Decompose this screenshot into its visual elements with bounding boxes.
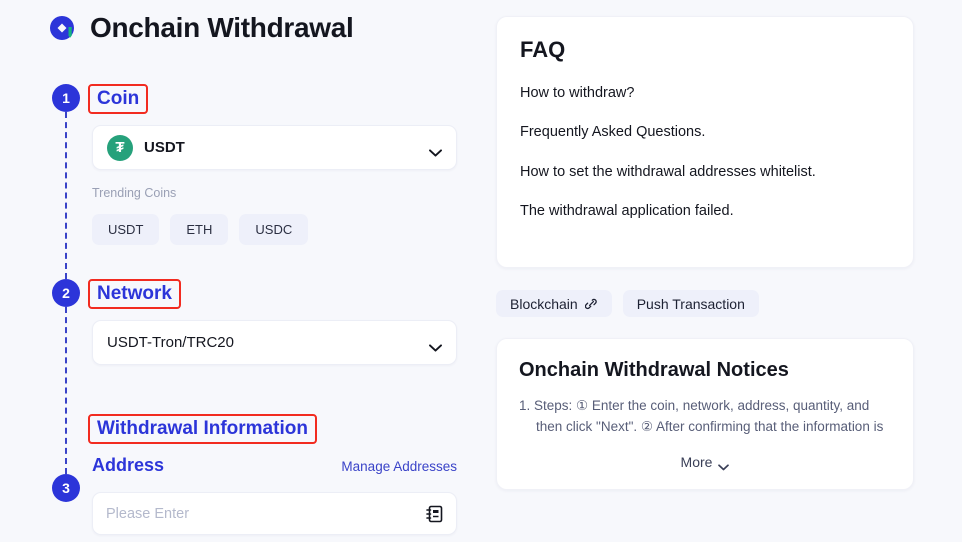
trending-coin-chip[interactable]: USDC [239, 214, 309, 245]
chevron-down-icon [429, 144, 442, 157]
trending-coins-list: USDT ETH USDC [92, 214, 309, 245]
external-link-icon [584, 297, 598, 310]
step-badge-3: 3 [52, 474, 80, 502]
notices-body: 1. Steps: ① Enter the coin, network, add… [519, 398, 884, 434]
address-label-row: Address Manage Addresses [92, 455, 457, 476]
brand-logo-icon [46, 12, 78, 44]
faq-item[interactable]: The withdrawal application failed. [520, 203, 890, 220]
page-header: Onchain Withdrawal [46, 12, 354, 44]
trending-coin-chip[interactable]: USDT [92, 214, 160, 245]
faq-title: FAQ [520, 37, 566, 62]
faq-item[interactable]: How to set the withdrawal addresses whit… [520, 164, 890, 181]
network-select[interactable]: USDT-Tron/TRC20 [92, 320, 457, 365]
notices-card: Onchain Withdrawal Notices 1. Steps: ① E… [496, 338, 914, 490]
address-label: Address [92, 455, 165, 475]
push-transaction-button[interactable]: Push Transaction [622, 290, 759, 317]
network-select-value: USDT-Tron/TRC20 [107, 334, 234, 351]
more-toggle-label: More [680, 453, 713, 470]
step-connector-1 [65, 112, 67, 279]
usdt-coin-icon: ₮ [107, 134, 133, 161]
blockchain-button-label: Blockchain [510, 295, 578, 312]
chevron-down-icon [718, 458, 730, 471]
faq-card: FAQ How to withdraw? Frequently Asked Qu… [496, 16, 914, 268]
step-connector-2 [65, 307, 67, 474]
blockchain-button[interactable]: Blockchain [496, 290, 612, 317]
section-label-network: Network [88, 279, 181, 310]
coin-select-value: USDT [144, 139, 185, 156]
address-input[interactable]: Please Enter [92, 492, 457, 535]
push-transaction-button-label: Push Transaction [636, 295, 745, 312]
page-title: Onchain Withdrawal [90, 12, 354, 43]
faq-item[interactable]: How to withdraw? [520, 85, 890, 102]
more-toggle[interactable]: More [519, 453, 891, 471]
step-badge-2: 2 [52, 279, 80, 307]
step-rail: 1 2 3 [52, 84, 80, 502]
onchain-withdrawal-page: Onchain Withdrawal 1 2 3 Coin Network Wi… [0, 0, 962, 542]
section-label-coin: Coin [88, 84, 149, 115]
faq-item[interactable]: Frequently Asked Questions. [520, 124, 890, 141]
trending-coin-chip[interactable]: ETH [170, 214, 229, 245]
notices-title: Onchain Withdrawal Notices [519, 359, 789, 381]
manage-addresses-link[interactable]: Manage Addresses [341, 459, 457, 474]
step-badge-1: 1 [52, 84, 80, 112]
trending-coins-label: Trending Coins [92, 186, 177, 200]
withdrawal-form-column: Onchain Withdrawal 1 2 3 Coin Network Wi… [0, 0, 486, 542]
address-book-icon[interactable] [426, 505, 443, 523]
chevron-down-icon [429, 339, 442, 352]
address-input-placeholder: Please Enter [106, 505, 190, 522]
section-label-withdrawal-information: Withdrawal Information [88, 414, 317, 445]
action-pill-row: Blockchain Push Transaction [496, 290, 759, 317]
info-column: FAQ How to withdraw? Frequently Asked Qu… [494, 0, 962, 542]
coin-select[interactable]: ₮ USDT [92, 125, 457, 170]
